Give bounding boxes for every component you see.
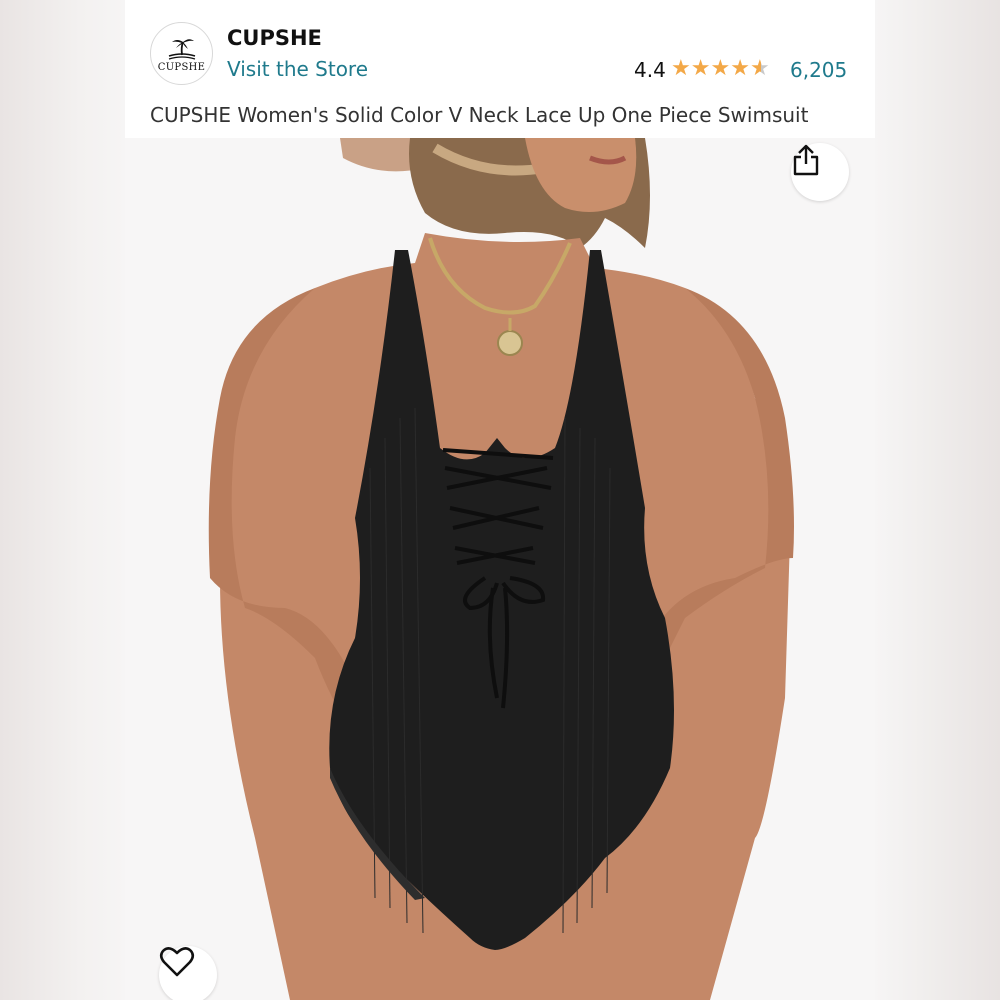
visit-store-link[interactable]: Visit the Store bbox=[227, 57, 368, 81]
product-card: CUPSHE CUPSHE Visit the Store 4.4 ★ ★ ★ … bbox=[125, 0, 875, 1000]
heart-icon bbox=[159, 947, 195, 977]
star-icon: ★ bbox=[730, 56, 750, 81]
swimsuit-photo-illustration bbox=[208, 138, 794, 1000]
brand-logo[interactable]: CUPSHE bbox=[150, 22, 213, 85]
logo-text: CUPSHE bbox=[157, 61, 206, 73]
star-icon: ★ bbox=[671, 56, 691, 81]
rating-value: 4.4 bbox=[634, 58, 666, 82]
palm-tree-icon bbox=[168, 38, 195, 60]
product-image[interactable] bbox=[125, 138, 875, 1000]
star-icon: ★ bbox=[710, 56, 731, 81]
half-star-icon: ★ bbox=[749, 56, 770, 81]
star-rating[interactable]: ★ ★ ★ ★ ★ bbox=[671, 57, 770, 81]
review-count-link[interactable]: 6,205 bbox=[790, 58, 847, 82]
share-icon bbox=[793, 144, 819, 176]
star-icon: ★ bbox=[690, 56, 711, 81]
favorite-button[interactable] bbox=[159, 946, 217, 1000]
brand-name: CUPSHE bbox=[227, 26, 322, 50]
product-title: CUPSHE Women's Solid Color V Neck Lace U… bbox=[150, 103, 809, 127]
share-button[interactable] bbox=[791, 143, 849, 201]
product-header: CUPSHE CUPSHE Visit the Store 4.4 ★ ★ ★ … bbox=[125, 0, 875, 138]
